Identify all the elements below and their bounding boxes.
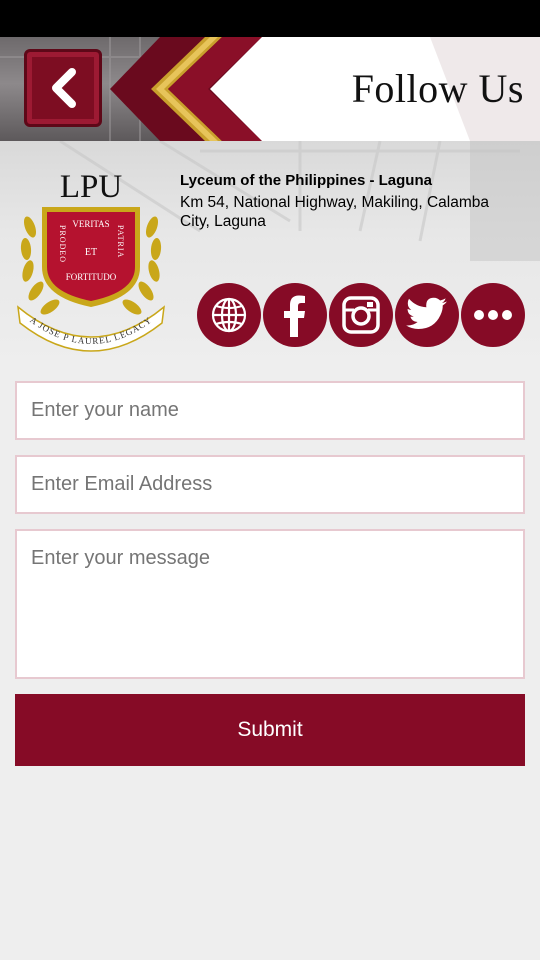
globe-icon [211, 297, 247, 333]
svg-text:LPU: LPU [60, 169, 123, 205]
lpu-logo: LPU VERITAS ET FORTITUDO PRODEO PATRIA A… [17, 169, 165, 352]
svg-text:ET: ET [85, 247, 97, 258]
email-input[interactable] [15, 455, 525, 514]
facebook-icon [284, 295, 305, 337]
more-button[interactable] [461, 283, 525, 347]
instagram-button[interactable] [329, 283, 393, 347]
facebook-button[interactable] [263, 283, 327, 347]
svg-text:PRODEO: PRODEO [58, 225, 67, 263]
back-button[interactable] [24, 49, 102, 127]
organization-address: Km 54, National Highway, Makiling, Calam… [180, 194, 489, 230]
name-input[interactable] [15, 381, 525, 440]
submit-button[interactable]: Submit [15, 694, 525, 766]
svg-text:PATRIA: PATRIA [116, 225, 125, 258]
header-banner: Follow Us [0, 37, 540, 141]
website-button[interactable] [197, 283, 261, 347]
twitter-icon [406, 297, 447, 329]
organization-info: LPU VERITAS ET FORTITUDO PRODEO PATRIA A… [0, 141, 540, 366]
svg-text:A JOSE P LAUREL LEGACY: A JOSE P LAUREL LEGACY [28, 315, 153, 346]
status-bar [0, 0, 540, 37]
svg-text:VERITAS: VERITAS [72, 219, 109, 229]
page-title: Follow Us [351, 66, 524, 111]
message-input[interactable] [15, 529, 525, 679]
twitter-button[interactable] [395, 283, 459, 347]
social-links [197, 283, 525, 347]
more-icon [474, 310, 512, 320]
svg-text:FORTITUDO: FORTITUDO [66, 272, 117, 282]
instagram-icon [342, 296, 380, 334]
chevron-left-icon [52, 68, 76, 108]
organization-name: Lyceum of the Philippines - Laguna [180, 172, 432, 189]
